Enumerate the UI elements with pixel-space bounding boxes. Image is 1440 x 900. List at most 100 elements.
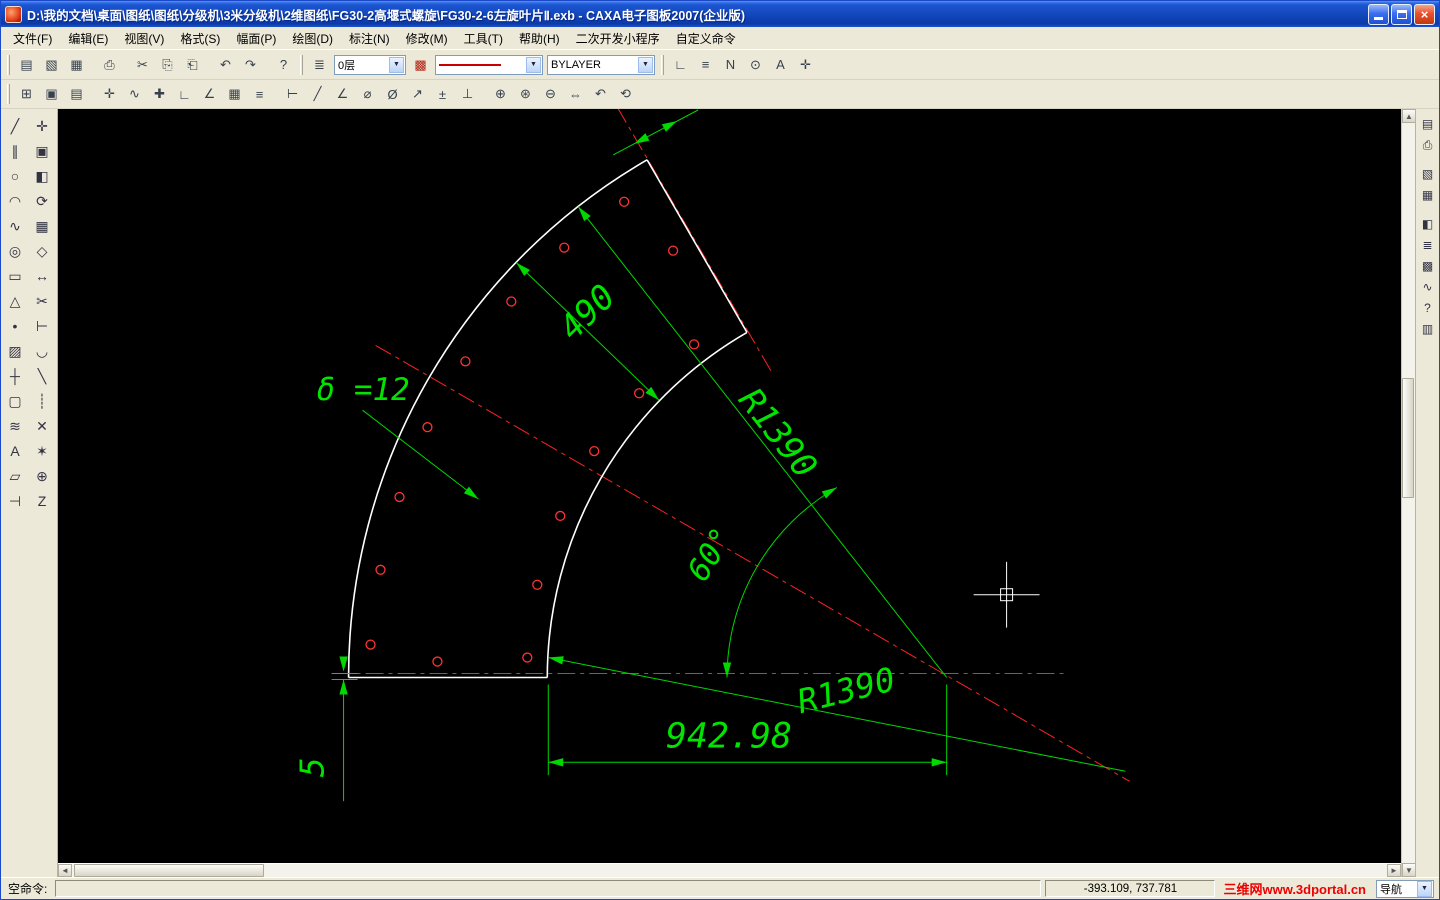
paste-button[interactable]: ⎗ — [180, 54, 205, 76]
linetype-combo[interactable]: ▼ — [435, 54, 543, 75]
dim-angle-button[interactable]: ∠ — [330, 83, 355, 105]
new-button[interactable]: ▤ — [14, 54, 39, 76]
extend-tool-button[interactable]: ⊢ — [30, 314, 55, 338]
dim-linear-button[interactable]: ⊢ — [280, 83, 305, 105]
scroll-left-icon[interactable]: ◄ — [58, 864, 72, 877]
color-button[interactable]: ▩ — [408, 54, 433, 76]
chevron-down-icon[interactable]: ▼ — [638, 56, 653, 73]
scroll-track[interactable] — [1402, 123, 1415, 863]
color-panel-icon[interactable]: ▩ — [1417, 256, 1439, 276]
menu-item-sheet[interactable]: 幅面(P) — [228, 27, 284, 50]
library-icon[interactable]: ▦ — [1417, 185, 1439, 205]
menu-item-custom-commands[interactable]: 自定义命令 — [668, 27, 744, 50]
drawing-canvas[interactable]: 490 R1390 R1390 60° 942.98 5 δ =12 — [58, 109, 1401, 863]
polar-mode-button[interactable]: ∠ — [197, 83, 222, 105]
chevron-down-icon[interactable]: ▼ — [526, 56, 541, 73]
ellipse-tool-button[interactable]: ◎ — [3, 239, 28, 263]
node-edit-button[interactable]: ∿ — [122, 83, 147, 105]
options-button[interactable]: ✛ — [793, 54, 818, 76]
zoom-prev-button[interactable]: ↶ — [588, 83, 613, 105]
chamfer-tool-button[interactable]: ╲ — [30, 364, 55, 388]
horizontal-scrollbar[interactable]: ◄ ► — [58, 863, 1401, 877]
grid-button[interactable]: ▦ — [222, 83, 247, 105]
layers-panel-icon[interactable]: ≣ — [1417, 235, 1439, 255]
sheet-frame-button[interactable]: ▤ — [64, 83, 89, 105]
query-tool-button[interactable]: Z — [30, 489, 55, 513]
circle-tool-button[interactable]: ○ — [3, 164, 28, 188]
leader-button[interactable]: ↗ — [405, 83, 430, 105]
open-button[interactable]: ▧ — [39, 54, 64, 76]
view-3d-icon[interactable]: ▧ — [1417, 164, 1439, 184]
help-button[interactable]: ? — [271, 54, 296, 76]
scale-tool-button[interactable]: ◇ — [30, 239, 55, 263]
menu-item-draw[interactable]: 绘图(D) — [284, 27, 341, 50]
parallel-line-tool-button[interactable]: ∥ — [3, 139, 28, 163]
help-panel-icon[interactable]: ▥ — [1417, 319, 1439, 339]
snap-settings-button[interactable]: ✚ — [147, 83, 172, 105]
rectangle-tool-button[interactable]: ▭ — [3, 264, 28, 288]
hatch-tool-button[interactable]: ▨ — [3, 339, 28, 363]
lineweight-combo[interactable]: BYLAYER ▼ — [547, 54, 655, 75]
zoom-tool-button[interactable]: ⊕ — [30, 464, 55, 488]
text-tool-button[interactable]: A — [3, 439, 28, 463]
scroll-right-icon[interactable]: ► — [1387, 864, 1401, 877]
snap-mode-combo[interactable]: 导航 ▼ — [1376, 879, 1434, 898]
stretch-tool-button[interactable]: ↔ — [30, 264, 55, 288]
menu-item-dimension[interactable]: 标注(N) — [341, 27, 398, 50]
menu-item-view[interactable]: 视图(V) — [116, 27, 172, 50]
chevron-down-icon[interactable]: ▼ — [389, 56, 404, 73]
layer-control-button[interactable]: ≡ — [247, 83, 272, 105]
dim-diameter-button[interactable]: Ø — [380, 83, 405, 105]
menu-item-addons[interactable]: 二次开发小程序 — [568, 27, 668, 50]
dynamic-input-button[interactable]: N — [718, 54, 743, 76]
scroll-thumb[interactable] — [74, 864, 264, 877]
restore-button[interactable] — [1391, 3, 1412, 25]
polygon-tool-button[interactable]: △ — [3, 289, 28, 313]
scroll-up-icon[interactable]: ▲ — [1402, 109, 1416, 123]
scroll-track[interactable] — [72, 864, 1387, 877]
arc-tool-button[interactable]: ◠ — [3, 189, 28, 213]
dimension-tool-button[interactable]: ⊣ — [3, 489, 28, 513]
scroll-down-icon[interactable]: ▼ — [1402, 863, 1416, 877]
linewidth-button[interactable]: ≡ — [693, 54, 718, 76]
zoom-dynamic-button[interactable]: ⊛ — [513, 83, 538, 105]
break-tool-button[interactable]: ┊ — [30, 389, 55, 413]
properties-icon[interactable]: ◧ — [1417, 214, 1439, 234]
layer-combo[interactable]: 0层 ▼ — [334, 54, 406, 75]
vertical-scrollbar[interactable]: ▲ ▼ — [1401, 109, 1416, 877]
redraw-button[interactable]: ⟲ — [613, 83, 638, 105]
command-input[interactable] — [55, 880, 1042, 897]
copy-button[interactable]: ⎘ — [155, 54, 180, 76]
menu-item-format[interactable]: 格式(S) — [172, 27, 228, 50]
line-tool-button[interactable]: ╱ — [3, 114, 28, 138]
layer-manager-button[interactable]: ≣ — [307, 54, 332, 76]
dim-radius-button[interactable]: ⌀ — [355, 83, 380, 105]
point-tool-button[interactable]: • — [3, 314, 28, 338]
zoom-in-button[interactable]: ⊕ — [488, 83, 513, 105]
menu-item-edit[interactable]: 编辑(E) — [60, 27, 116, 50]
menu-item-tools[interactable]: 工具(T) — [456, 27, 511, 50]
offset-tool-button[interactable]: ≋ — [3, 414, 28, 438]
menu-item-modify[interactable]: 修改(M) — [398, 27, 456, 50]
query-panel-icon[interactable]: ? — [1417, 298, 1439, 318]
rotate-tool-button[interactable]: ⟳ — [30, 189, 55, 213]
contour-tool-button[interactable]: ▢ — [3, 389, 28, 413]
trim-tool-button[interactable]: ✂ — [30, 289, 55, 313]
erase-tool-button[interactable]: ✕ — [30, 414, 55, 438]
zoom-window-button[interactable]: ▣ — [39, 83, 64, 105]
menu-item-file[interactable]: 文件(F) — [5, 27, 60, 50]
save-button[interactable]: ▦ — [64, 54, 89, 76]
pick-button[interactable]: ✛ — [97, 83, 122, 105]
cut-button[interactable]: ✂ — [130, 54, 155, 76]
dim-aligned-button[interactable]: ╱ — [305, 83, 330, 105]
zoom-all-button[interactable]: ⊞ — [14, 83, 39, 105]
text-style-button[interactable]: A — [768, 54, 793, 76]
undo-button[interactable]: ↶ — [213, 54, 238, 76]
menu-item-help[interactable]: 帮助(H) — [511, 27, 568, 50]
scroll-thumb[interactable] — [1402, 378, 1414, 498]
datum-button[interactable]: ⊥ — [455, 83, 480, 105]
explode-tool-button[interactable]: ✶ — [30, 439, 55, 463]
block-tool-button[interactable]: ▱ — [3, 464, 28, 488]
tolerance-button[interactable]: ± — [430, 83, 455, 105]
close-button[interactable]: × — [1414, 3, 1435, 25]
